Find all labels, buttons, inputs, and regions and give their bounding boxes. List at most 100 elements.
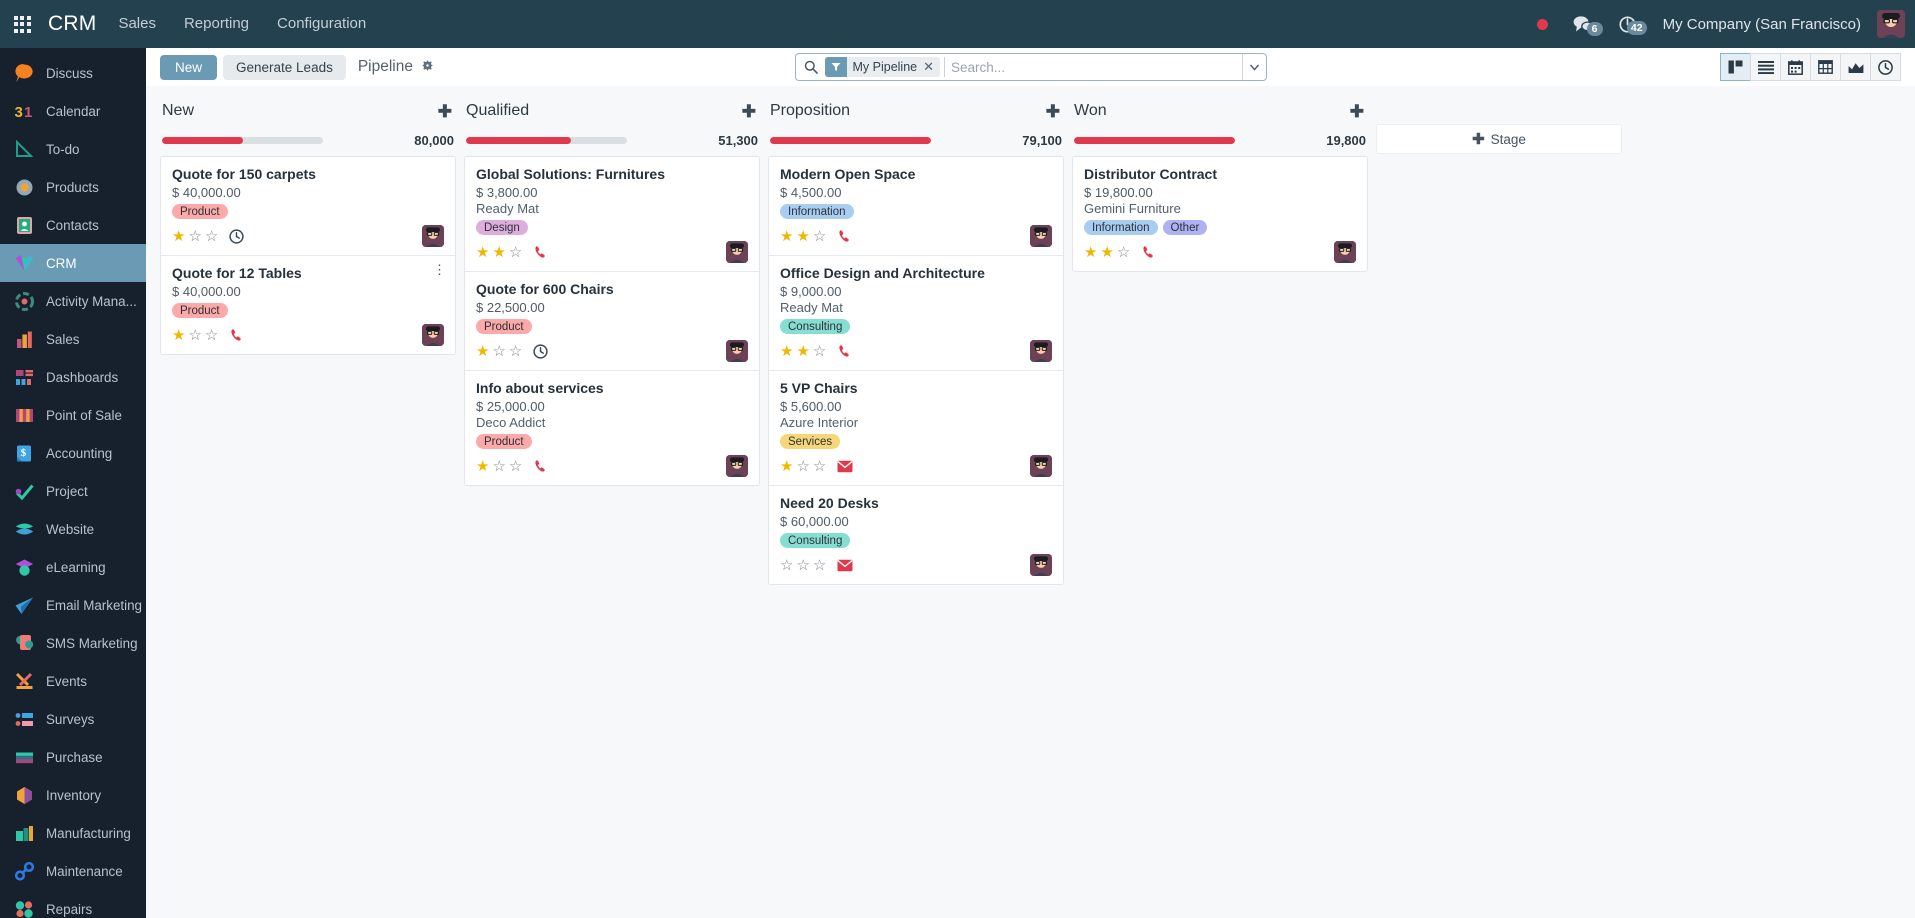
card-priority-stars[interactable]: ★ ☆ ☆	[476, 459, 522, 474]
gear-icon[interactable]	[421, 59, 434, 75]
priority-star-empty-icon[interactable]: ☆	[1117, 245, 1130, 260]
card-activity-phone-icon[interactable]	[533, 245, 548, 260]
sidebar-item-purchase[interactable]: Purchase	[0, 738, 146, 776]
card-tag[interactable]: Information	[780, 204, 854, 219]
card-priority-stars[interactable]: ★ ★ ☆	[476, 245, 522, 260]
sidebar-item-events[interactable]: Events	[0, 662, 146, 700]
sidebar-item-repairs[interactable]: Repairs	[0, 890, 146, 918]
add-card-button[interactable]: ✚	[1350, 103, 1364, 120]
priority-star-empty-icon[interactable]: ☆	[205, 328, 218, 343]
sidebar-item-sms-marketing[interactable]: SMS Marketing	[0, 624, 146, 662]
card-activity-phone-icon[interactable]	[1141, 245, 1156, 260]
activities-button[interactable]: 42	[1607, 14, 1649, 35]
card-assignee-avatar[interactable]	[1030, 225, 1052, 247]
messages-button[interactable]: 6	[1562, 15, 1605, 36]
search-facet-my-pipeline[interactable]: My Pipeline ✕	[824, 57, 941, 77]
search-input[interactable]	[944, 57, 1242, 77]
kanban-card[interactable]: ⋮ Quote for 12 Tables $ 40,000.00 Product ★ ☆…	[161, 256, 455, 354]
card-activity-phone-icon[interactable]	[533, 459, 548, 474]
priority-star-empty-icon[interactable]: ☆	[509, 344, 522, 359]
priority-star-filled-icon[interactable]: ★	[796, 229, 809, 244]
card-tag[interactable]: Product	[172, 204, 228, 219]
sidebar-item-activity-mana[interactable]: Activity Mana...	[0, 282, 146, 320]
sidebar-item-calendar[interactable]: 3 1 Calendar	[0, 92, 146, 130]
priority-star-filled-icon[interactable]: ★	[1084, 245, 1097, 260]
priority-star-filled-icon[interactable]: ★	[172, 229, 185, 244]
priority-star-filled-icon[interactable]: ★	[780, 344, 793, 359]
card-activity-envelope-icon[interactable]	[837, 460, 853, 473]
card-assignee-avatar[interactable]	[726, 241, 748, 263]
card-assignee-avatar[interactable]	[1030, 554, 1052, 576]
card-activity-phone-icon[interactable]	[837, 229, 852, 244]
company-switcher[interactable]: My Company (San Francisco)	[1651, 16, 1873, 33]
kanban-card[interactable]: Office Design and Architecture $ 9,000.00…	[769, 256, 1063, 371]
card-activity-phone-icon[interactable]	[229, 328, 244, 343]
kanban-column-progressbar[interactable]: 80,000	[162, 133, 454, 148]
nav-menu-configuration[interactable]: Configuration	[263, 0, 380, 48]
sidebar-item-sales[interactable]: Sales	[0, 320, 146, 358]
priority-star-filled-icon[interactable]: ★	[492, 245, 505, 260]
priority-star-empty-icon[interactable]: ☆	[188, 229, 201, 244]
sidebar-item-crm[interactable]: CRM	[0, 244, 146, 282]
record-indicator-icon[interactable]	[1536, 18, 1548, 30]
priority-star-filled-icon[interactable]: ★	[476, 459, 489, 474]
card-assignee-avatar[interactable]	[1030, 455, 1052, 477]
kanban-card[interactable]: Info about services $ 25,000.00 Deco Addic…	[465, 371, 759, 485]
avatar[interactable]	[1877, 10, 1905, 38]
card-assignee-avatar[interactable]	[726, 340, 748, 362]
priority-star-empty-icon[interactable]: ☆	[813, 459, 826, 474]
card-tag[interactable]: Information	[1084, 220, 1158, 235]
priority-star-filled-icon[interactable]: ★	[780, 229, 793, 244]
priority-star-filled-icon[interactable]: ★	[476, 245, 489, 260]
add-card-button[interactable]: ✚	[742, 103, 756, 120]
sidebar-item-contacts[interactable]: Contacts	[0, 206, 146, 244]
priority-star-empty-icon[interactable]: ☆	[796, 558, 809, 573]
new-button[interactable]: New	[160, 54, 218, 80]
card-activity-phone-icon[interactable]	[837, 344, 852, 359]
priority-star-empty-icon[interactable]: ☆	[492, 459, 505, 474]
priority-star-filled-icon[interactable]: ★	[172, 328, 185, 343]
priority-star-empty-icon[interactable]: ☆	[188, 328, 201, 343]
sidebar-item-point-of-sale[interactable]: Point of Sale	[0, 396, 146, 434]
activity-view-button[interactable]	[1870, 53, 1901, 81]
kanban-column-progressbar[interactable]: 19,800	[1074, 133, 1366, 148]
graph-view-button[interactable]	[1840, 53, 1871, 81]
card-activity-clock-icon[interactable]	[533, 343, 549, 359]
sidebar-item-email-marketing[interactable]: Email Marketing	[0, 586, 146, 624]
priority-star-empty-icon[interactable]: ☆	[780, 558, 793, 573]
card-priority-stars[interactable]: ★ ☆ ☆	[172, 328, 218, 343]
card-menu-button[interactable]: ⋮	[433, 263, 446, 276]
priority-star-empty-icon[interactable]: ☆	[509, 245, 522, 260]
card-tag[interactable]: Consulting	[780, 533, 851, 548]
kanban-card[interactable]: Quote for 600 Chairs $ 22,500.00 Product ★ ☆…	[465, 272, 759, 371]
kanban-card[interactable]: Distributor Contract $ 19,800.00 Gemini Fu…	[1073, 157, 1367, 271]
card-priority-stars[interactable]: ★ ★ ☆	[1084, 245, 1130, 260]
kanban-view-button[interactable]	[1720, 53, 1751, 81]
priority-star-filled-icon[interactable]: ★	[780, 459, 793, 474]
kanban-card[interactable]: Modern Open Space $ 4,500.00 Information ★ ★…	[769, 157, 1063, 256]
priority-star-empty-icon[interactable]: ☆	[796, 459, 809, 474]
card-activity-clock-icon[interactable]	[229, 228, 245, 244]
add-card-button[interactable]: ✚	[1046, 103, 1060, 120]
card-activity-envelope-icon[interactable]	[837, 559, 853, 572]
app-brand-crm[interactable]: CRM	[44, 12, 104, 36]
priority-star-filled-icon[interactable]: ★	[796, 344, 809, 359]
pivot-view-button[interactable]	[1810, 53, 1841, 81]
sidebar-item-discuss[interactable]: Discuss	[0, 54, 146, 92]
card-priority-stars[interactable]: ★ ☆ ☆	[172, 229, 218, 244]
priority-star-empty-icon[interactable]: ☆	[205, 229, 218, 244]
sidebar-item-website[interactable]: Website	[0, 510, 146, 548]
sidebar-item-accounting[interactable]: $ Accounting	[0, 434, 146, 472]
sidebar-item-maintenance[interactable]: Maintenance	[0, 852, 146, 890]
kanban-card[interactable]: Global Solutions: Furnitures $ 3,800.00 Re…	[465, 157, 759, 272]
sidebar-item-dashboards[interactable]: Dashboards	[0, 358, 146, 396]
sidebar-item-inventory[interactable]: Inventory	[0, 776, 146, 814]
card-priority-stars[interactable]: ★ ☆ ☆	[780, 459, 826, 474]
apps-menu-button[interactable]	[0, 0, 44, 48]
list-view-button[interactable]	[1750, 53, 1781, 81]
priority-star-empty-icon[interactable]: ☆	[813, 344, 826, 359]
kanban-card[interactable]: 5 VP Chairs $ 5,600.00 Azure Interior Servi…	[769, 371, 1063, 486]
card-priority-stars[interactable]: ★ ☆ ☆	[476, 344, 522, 359]
close-icon[interactable]: ✕	[923, 59, 940, 75]
priority-star-empty-icon[interactable]: ☆	[813, 558, 826, 573]
